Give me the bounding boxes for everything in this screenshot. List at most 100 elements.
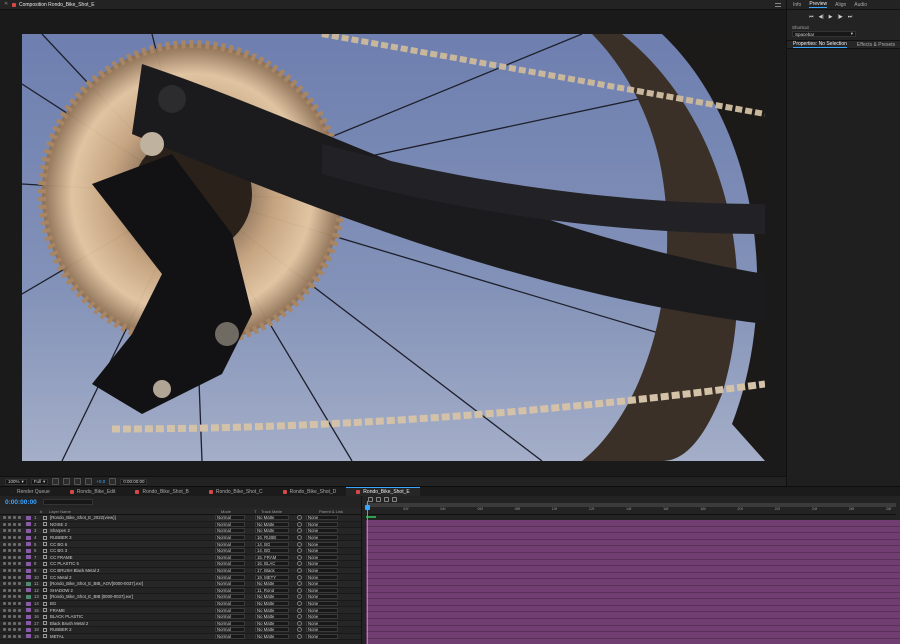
layer-name[interactable]: SHADOW 2: [50, 588, 215, 593]
solo-icon[interactable]: [13, 582, 16, 586]
layer-switches[interactable]: [0, 628, 26, 632]
viewer-timecode[interactable]: 0:00:00:00: [120, 478, 148, 485]
layer-row[interactable]: 7 CC FRAME Normal 15. FRAM None: [0, 554, 361, 562]
blend-mode-select[interactable]: Normal: [215, 574, 245, 580]
audio-icon[interactable]: [8, 608, 11, 612]
audio-icon[interactable]: [8, 516, 11, 520]
layer-row[interactable]: 5 CC BG 6 Normal 14. BG None: [0, 541, 361, 548]
pick-whip-icon[interactable]: [297, 627, 302, 633]
solo-icon[interactable]: [13, 522, 16, 526]
lock-icon[interactable]: [18, 542, 21, 546]
eye-icon[interactable]: [3, 608, 6, 612]
audio-icon[interactable]: [8, 522, 11, 526]
pick-whip-icon[interactable]: [297, 541, 302, 547]
tab-preview[interactable]: Preview: [809, 1, 828, 8]
eye-icon[interactable]: [3, 588, 6, 592]
label-color-icon[interactable]: [26, 555, 31, 560]
layer-row[interactable]: 10 CC Metal 2 Normal 19. METY None: [0, 574, 361, 581]
eye-icon[interactable]: [3, 555, 6, 559]
parent-select[interactable]: None: [306, 601, 338, 607]
label-color-icon[interactable]: [26, 627, 31, 632]
parent-select[interactable]: None: [306, 627, 338, 633]
eye-icon[interactable]: [3, 549, 6, 553]
layer-duration-bar[interactable]: [366, 552, 900, 560]
eye-icon[interactable]: [3, 542, 6, 546]
timeline-tab[interactable]: Rondo_Bike_Edit: [60, 487, 126, 497]
layer-row[interactable]: 16 BLACK PLASTIC Normal No Matte None: [0, 614, 361, 621]
playhead-handle[interactable]: [365, 505, 370, 510]
lock-icon[interactable]: [18, 621, 21, 625]
audio-icon[interactable]: [8, 582, 11, 586]
layer-row[interactable]: 8 CC PLASTIC 5 Normal 16. BLAC None: [0, 561, 361, 568]
parent-select[interactable]: None: [306, 561, 338, 567]
blend-mode-select[interactable]: Normal: [215, 581, 245, 587]
layer-name[interactable]: Sharpen 2: [50, 528, 215, 533]
pick-whip-icon[interactable]: [297, 581, 302, 587]
pick-whip-icon[interactable]: [297, 554, 302, 560]
layer-switches[interactable]: [0, 575, 26, 579]
audio-icon[interactable]: [8, 628, 11, 632]
track-matte-select[interactable]: 14. BG: [255, 541, 289, 547]
audio-icon[interactable]: [8, 615, 11, 619]
layer-name[interactable]: [Rondo_Bike_Shot_E_2022(view)]: [50, 515, 215, 520]
region-of-interest-icon[interactable]: [52, 478, 60, 485]
layer-name[interactable]: [Rondo_Bike_Shot_E_BIB [0000-0037].exr]: [50, 594, 215, 599]
frame-blending-icon[interactable]: [376, 496, 381, 502]
eye-icon[interactable]: [3, 602, 6, 606]
layer-switches[interactable]: [0, 549, 26, 553]
track-matte-select[interactable]: No Matte: [255, 515, 289, 521]
solo-icon[interactable]: [13, 549, 16, 553]
layer-name[interactable]: CC BG 3: [50, 548, 215, 553]
pick-whip-icon[interactable]: [297, 587, 302, 593]
layer-name[interactable]: NOISE 2: [50, 522, 215, 527]
panel-menu-icon[interactable]: [775, 2, 781, 7]
parent-select[interactable]: None: [306, 574, 338, 580]
lock-icon[interactable]: [18, 529, 21, 533]
blend-mode-select[interactable]: Normal: [215, 620, 245, 626]
close-icon[interactable]: ✕: [4, 2, 9, 7]
layer-name[interactable]: FRAME: [50, 608, 215, 613]
audio-icon[interactable]: [8, 555, 11, 559]
layer-duration-bar[interactable]: [366, 566, 900, 573]
parent-select[interactable]: None: [306, 554, 338, 560]
layer-row[interactable]: 14 BG Normal No Matte None: [0, 601, 361, 608]
mask-visibility-icon[interactable]: [74, 478, 82, 485]
blend-mode-select[interactable]: Normal: [215, 554, 245, 560]
layer-name[interactable]: CC Metal 2: [50, 575, 215, 580]
track-matte-select[interactable]: No Matte: [255, 528, 289, 534]
solo-icon[interactable]: [13, 602, 16, 606]
lock-icon[interactable]: [18, 522, 21, 526]
layer-name[interactable]: BLACK PLASTIC: [50, 614, 215, 619]
layer-row[interactable]: 17 Black Brush Metal 2 Normal No Matte None: [0, 620, 361, 628]
zoom-select[interactable]: 100% ▾: [5, 478, 27, 485]
composition-tab-title[interactable]: Composition Rondo_Bike_Shot_E: [19, 2, 95, 8]
track-matte-select[interactable]: No Matte: [255, 627, 289, 633]
layer-duration-bar[interactable]: [366, 533, 900, 540]
lock-icon[interactable]: [18, 582, 21, 586]
parent-select[interactable]: None: [306, 541, 338, 547]
lock-icon[interactable]: [18, 555, 21, 559]
layer-name[interactable]: CC FRAME: [50, 555, 215, 560]
layer-row[interactable]: 3 Sharpen 2 Normal No Matte None: [0, 528, 361, 535]
blend-mode-select[interactable]: Normal: [215, 587, 245, 593]
blend-mode-select[interactable]: Normal: [215, 535, 245, 541]
search-input[interactable]: [42, 499, 93, 505]
solo-icon[interactable]: [13, 536, 16, 540]
graph-editor-icon[interactable]: [392, 496, 397, 502]
eye-icon[interactable]: [3, 575, 6, 579]
parent-select[interactable]: None: [306, 548, 338, 554]
label-color-icon[interactable]: [26, 581, 31, 586]
layer-row[interactable]: 12 SHADOW 2 Normal 11. Rond None: [0, 587, 361, 595]
layer-duration-bar[interactable]: [366, 585, 900, 593]
layer-name[interactable]: RUBBER 3: [50, 535, 215, 540]
solo-icon[interactable]: [13, 615, 16, 619]
layer-duration-bar[interactable]: [366, 592, 900, 600]
eye-icon[interactable]: [3, 536, 6, 540]
layer-duration-bar[interactable]: [366, 605, 900, 613]
previous-frame-button[interactable]: ◀|: [819, 14, 824, 20]
track-matte-select[interactable]: No Matte: [255, 601, 289, 607]
tab-properties[interactable]: Properties: No Selection: [793, 41, 847, 48]
audio-icon[interactable]: [8, 634, 11, 638]
solo-icon[interactable]: [13, 634, 16, 638]
tab-info[interactable]: Info: [793, 2, 801, 8]
